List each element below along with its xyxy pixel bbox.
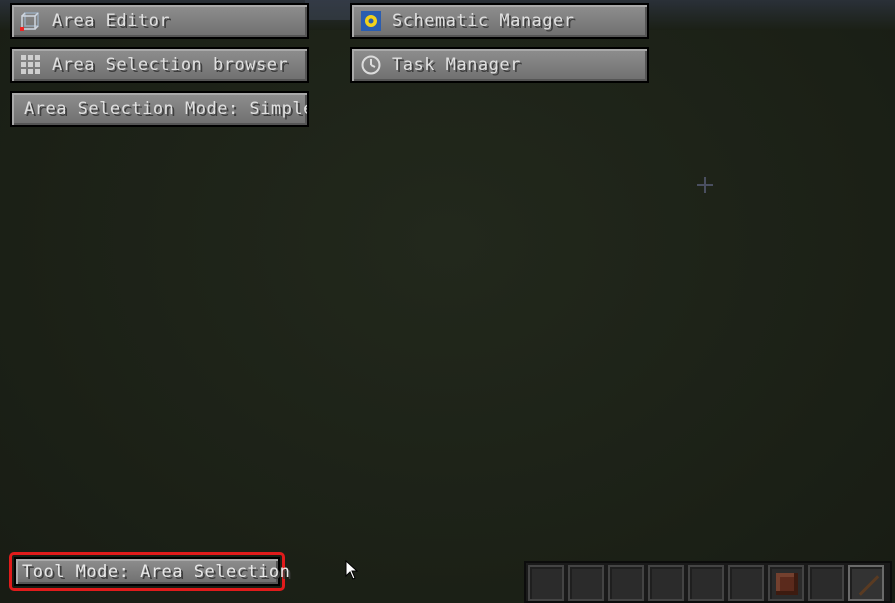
area-selection-mode-label: Area Selection Mode: Simple <box>24 99 309 119</box>
hotbar <box>524 561 892 603</box>
hotbar-slot-8[interactable] <box>808 565 844 601</box>
area-selection-browser-label: Area Selection browser <box>52 55 289 75</box>
schematic-icon <box>360 10 382 32</box>
stick-icon <box>858 575 880 596</box>
task-manager-button[interactable]: Task Manager <box>350 47 649 83</box>
schematic-manager-label: Schematic Manager <box>392 11 575 31</box>
tool-mode-label: Tool Mode: Area Selection <box>22 561 291 582</box>
hotbar-slot-9[interactable] <box>848 565 884 601</box>
mouse-cursor-icon <box>345 559 359 580</box>
hotbar-slot-1[interactable] <box>528 565 564 601</box>
hotbar-slot-2[interactable] <box>568 565 604 601</box>
hotbar-slot-5[interactable] <box>688 565 724 601</box>
tool-mode-highlight: Tool Mode: Area Selection <box>9 552 290 591</box>
dark-red-block-icon <box>776 573 798 595</box>
hotbar-slot-7[interactable] <box>768 565 804 601</box>
tool-mode-button[interactable]: Tool Mode: Area Selection <box>14 557 290 586</box>
area-editor-button[interactable]: Area Editor <box>10 3 309 39</box>
area-cube-icon <box>20 10 42 32</box>
hotbar-slot-4[interactable] <box>648 565 684 601</box>
area-selection-browser-button[interactable]: Area Selection browser <box>10 47 309 83</box>
hotbar-slot-6[interactable] <box>728 565 764 601</box>
clock-icon <box>360 54 382 76</box>
grid-icon <box>20 54 42 76</box>
schematic-manager-button[interactable]: Schematic Manager <box>350 3 649 39</box>
task-manager-label: Task Manager <box>392 55 521 75</box>
distant-terrain <box>305 0 350 20</box>
area-editor-label: Area Editor <box>52 11 171 31</box>
area-selection-mode-button[interactable]: Area Selection Mode: Simple <box>10 91 309 127</box>
crosshair-icon <box>697 177 713 193</box>
hotbar-slot-3[interactable] <box>608 565 644 601</box>
